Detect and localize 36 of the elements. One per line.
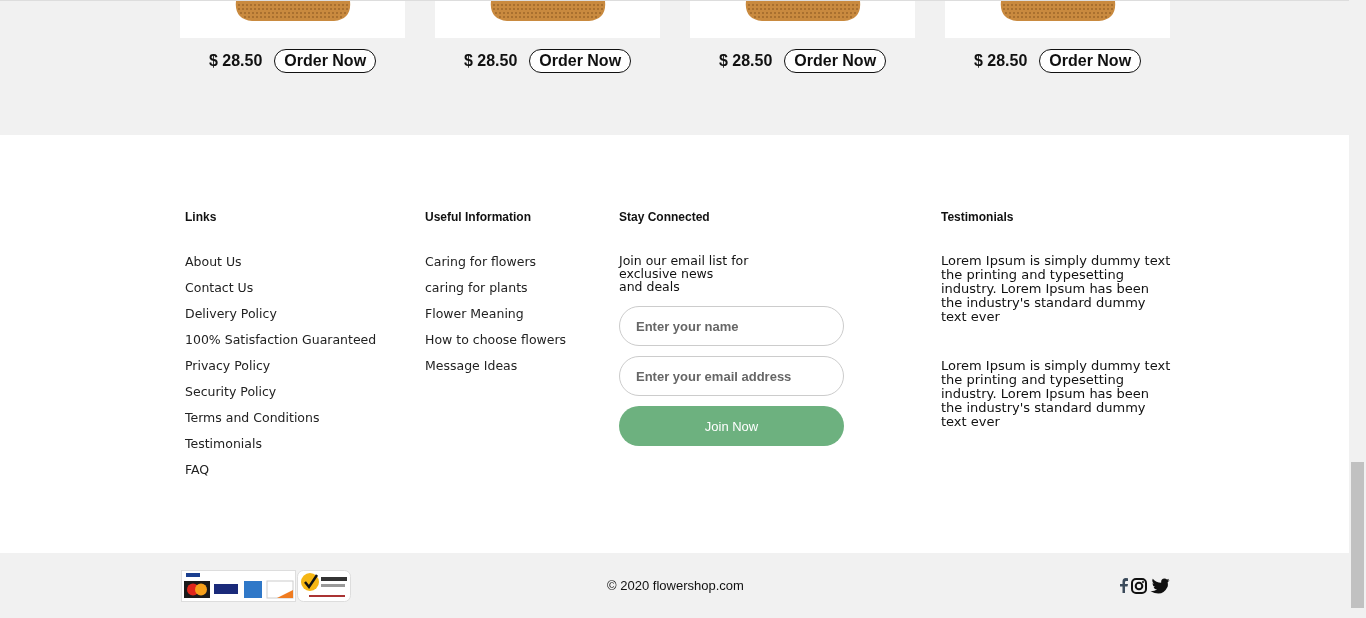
footer-link[interactable]: Flower Meaning xyxy=(425,306,524,322)
footer-link[interactable]: 100% Satisfaction Guaranteed xyxy=(185,332,377,348)
column-heading: Useful Information xyxy=(425,210,531,224)
footer-link[interactable]: Testimonials xyxy=(185,436,262,452)
email-field[interactable]: Enter your email address xyxy=(619,356,844,396)
signup-text: Join our email list for exclusive news and deals xyxy=(619,254,750,293)
column-heading: Links xyxy=(185,210,217,224)
testimonial-text: Lorem Ipsum is simply dummy text the printing and typesetting industry. Lorem Ipsum has been the industry's standard dummy text ever xyxy=(941,254,1172,324)
copyright-text: © 2020 flowershop.com xyxy=(607,578,744,593)
bird-icon[interactable] xyxy=(1150,577,1170,594)
order-button[interactable]: Order Now xyxy=(1039,49,1142,73)
footer-link[interactable]: How to choose flowers xyxy=(425,332,567,348)
column-heading: Stay Connected xyxy=(619,210,710,224)
name-field[interactable]: Enter your name xyxy=(619,306,844,346)
testimonial-text: Lorem Ipsum is simply dummy text the printing and typesetting industry. Lorem Ipsum has been the industry's standard dummy text ever xyxy=(941,359,1172,429)
column-heading: Testimonials xyxy=(941,210,1014,224)
product-price: $ 28.50 xyxy=(463,52,518,70)
footer-link[interactable]: Delivery Policy xyxy=(185,306,277,322)
footer-link[interactable]: Contact Us xyxy=(185,280,254,296)
scrollbar[interactable] xyxy=(1349,0,1366,618)
instagram-icon[interactable] xyxy=(1131,577,1147,594)
footer-link[interactable]: caring for plants xyxy=(425,280,528,296)
footer-link[interactable]: About Us xyxy=(185,254,242,270)
footer-link[interactable]: Message Ideas xyxy=(425,358,518,374)
footer-link[interactable]: Caring for flowers xyxy=(425,254,537,270)
order-button[interactable]: Order Now xyxy=(529,49,632,73)
order-button[interactable]: Order Now xyxy=(274,49,377,73)
product-price: $ 28.50 xyxy=(718,52,773,70)
footer-link[interactable]: Security Policy xyxy=(185,384,277,400)
product-price: $ 28.50 xyxy=(208,52,263,70)
facebook-icon[interactable] xyxy=(1120,578,1128,593)
footer-link[interactable]: Terms and Conditions xyxy=(185,410,320,426)
order-button[interactable]: Order Now xyxy=(784,49,887,73)
product-price: $ 28.50 xyxy=(973,52,1028,70)
footer-link[interactable]: Privacy Policy xyxy=(185,358,271,374)
footer-link[interactable]: FAQ xyxy=(185,462,210,478)
